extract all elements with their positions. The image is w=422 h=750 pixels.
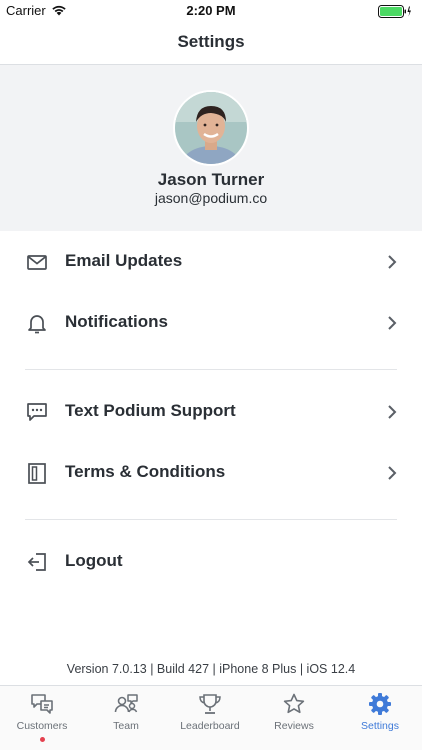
chevron-right-icon — [388, 405, 397, 419]
status-time: 2:20 PM — [186, 3, 236, 18]
tab-reviews[interactable]: Reviews — [252, 686, 336, 750]
menu-item-label: Logout — [65, 551, 123, 570]
logout-icon — [27, 553, 46, 571]
logout-button[interactable]: Logout — [0, 537, 422, 587]
tab-label: Settings — [361, 720, 399, 732]
page-title: Settings — [177, 32, 245, 51]
profile-name: Jason Turner — [157, 170, 265, 189]
tab-label: Customers — [16, 720, 68, 732]
battery-icon — [378, 5, 411, 18]
profile-email: jason@podium.co — [154, 190, 268, 206]
menu-item-text-podium-support[interactable]: Text Podium Support — [0, 387, 422, 437]
menu-item-label: Email Updates — [65, 251, 183, 270]
navigation-bar: Settings — [0, 22, 422, 65]
tab-team[interactable]: Team — [84, 686, 168, 750]
chat-bubble-icon — [27, 403, 47, 421]
customers-chat-icon — [31, 694, 53, 714]
avatar-photo — [175, 92, 247, 164]
tab-leaderboard[interactable]: Leaderboard — [168, 686, 252, 750]
menu-item-label: Text Podium Support — [65, 401, 236, 420]
status-bar: Carrier 2:20 PM — [0, 0, 422, 22]
gear-icon — [369, 693, 391, 715]
tab-label: Leaderboard — [180, 720, 240, 732]
document-icon — [28, 463, 46, 484]
avatar[interactable] — [173, 90, 249, 166]
tab-label: Team — [113, 720, 139, 732]
tab-bar: Customers Team Leaderboard Reviews Setti… — [0, 685, 422, 750]
trophy-icon — [199, 694, 221, 714]
menu-item-label: Terms & Conditions — [65, 462, 226, 481]
notification-dot — [40, 737, 45, 742]
section-divider — [25, 369, 397, 370]
menu-item-notifications[interactable]: Notifications — [0, 298, 422, 348]
chevron-right-icon — [388, 466, 397, 480]
profile-header: Jason Turner jason@podium.co — [0, 65, 422, 231]
tab-settings[interactable]: Settings — [338, 686, 422, 750]
tab-customers[interactable]: Customers — [0, 686, 84, 750]
section-divider — [25, 519, 397, 520]
tab-label: Reviews — [274, 720, 314, 732]
team-icon — [114, 694, 138, 713]
version-info: Version 7.0.13 | Build 427 | iPhone 8 Pl… — [66, 662, 356, 676]
menu-item-label: Notifications — [65, 312, 168, 331]
chevron-right-icon — [388, 255, 397, 269]
menu-item-email-updates[interactable]: Email Updates — [0, 237, 422, 287]
chevron-right-icon — [388, 316, 397, 330]
mail-icon — [27, 255, 47, 270]
menu-item-terms-conditions[interactable]: Terms & Conditions — [0, 448, 422, 498]
bell-icon — [28, 315, 46, 334]
star-icon — [283, 693, 305, 714]
